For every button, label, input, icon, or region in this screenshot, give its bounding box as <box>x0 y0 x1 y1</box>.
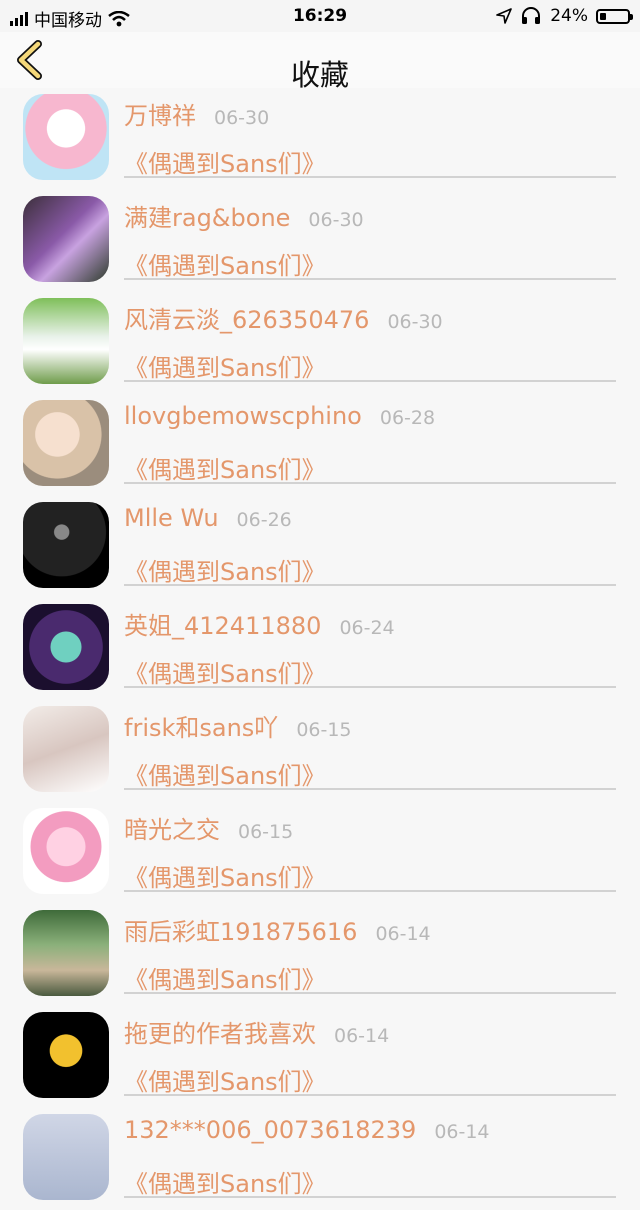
work-title[interactable]: 《偶遇到Sans们》 <box>124 144 326 179</box>
divider <box>124 176 616 178</box>
list-item[interactable]: 拖更的作者我喜欢 06-14 《偶遇到Sans们》 <box>0 1006 640 1108</box>
avatar[interactable] <box>23 1114 109 1200</box>
divider <box>124 1196 616 1198</box>
divider <box>124 1094 616 1096</box>
divider <box>124 482 616 484</box>
name-line: 暗光之交 06-15 <box>124 810 293 845</box>
name-line: 万博祥 06-30 <box>124 96 269 131</box>
status-bar: 中国移动 16:29 24% <box>0 0 640 32</box>
date-label: 06-24 <box>339 617 395 639</box>
list-item[interactable]: 满建rag&bone 06-30 《偶遇到Sans们》 <box>0 190 640 292</box>
list-item[interactable]: 暗光之交 06-15 《偶遇到Sans们》 <box>0 802 640 904</box>
list-item[interactable]: 万博祥 06-30 《偶遇到Sans们》 <box>0 88 640 190</box>
avatar[interactable] <box>23 604 109 690</box>
list-item[interactable]: 雨后彩虹191875616 06-14 《偶遇到Sans们》 <box>0 904 640 1006</box>
name-line: 拖更的作者我喜欢 06-14 <box>124 1014 389 1049</box>
work-title[interactable]: 《偶遇到Sans们》 <box>124 246 326 281</box>
divider <box>124 584 616 586</box>
battery-percent: 24% <box>550 6 588 26</box>
date-label: 06-15 <box>296 719 352 741</box>
user-name[interactable]: 132***006_0073618239 <box>124 1116 416 1144</box>
battery-fill <box>600 12 606 20</box>
user-name[interactable]: 拖更的作者我喜欢 <box>124 1020 316 1048</box>
divider <box>124 992 616 994</box>
divider <box>124 686 616 688</box>
avatar[interactable] <box>23 502 109 588</box>
name-line: 英姐_412411880 06-24 <box>124 606 395 641</box>
work-title[interactable]: 《偶遇到Sans们》 <box>124 450 326 485</box>
name-line: 满建rag&bone 06-30 <box>124 198 364 233</box>
work-title[interactable]: 《偶遇到Sans们》 <box>124 552 326 587</box>
name-line: llovgbemowscphino 06-28 <box>124 402 435 430</box>
work-title[interactable]: 《偶遇到Sans们》 <box>124 960 326 995</box>
work-title[interactable]: 《偶遇到Sans们》 <box>124 756 326 791</box>
user-name[interactable]: 暗光之交 <box>124 816 220 844</box>
list-item[interactable]: Mlle Wu 06-26 《偶遇到Sans们》 <box>0 496 640 598</box>
nav-bar: 收藏 <box>0 32 640 92</box>
user-name[interactable]: Mlle Wu <box>124 504 219 532</box>
date-label: 06-26 <box>236 509 292 531</box>
user-name[interactable]: 英姐_412411880 <box>124 612 321 640</box>
status-right: 24% <box>496 6 633 26</box>
avatar[interactable] <box>23 808 109 894</box>
divider <box>124 890 616 892</box>
avatar[interactable] <box>23 196 109 282</box>
battery-icon <box>596 8 633 24</box>
list-item[interactable]: 英姐_412411880 06-24 《偶遇到Sans们》 <box>0 598 640 700</box>
user-name[interactable]: 雨后彩虹191875616 <box>124 918 357 946</box>
avatar[interactable] <box>23 298 109 384</box>
headphones-icon <box>522 7 541 24</box>
work-title[interactable]: 《偶遇到Sans们》 <box>124 858 326 893</box>
user-name[interactable]: 满建rag&bone <box>124 204 290 232</box>
name-line: 132***006_0073618239 06-14 <box>124 1116 490 1144</box>
list-item[interactable]: 132***006_0073618239 06-14 《偶遇到Sans们》 <box>0 1108 640 1210</box>
name-line: frisk和sans吖 06-15 <box>124 708 352 743</box>
work-title[interactable]: 《偶遇到Sans们》 <box>124 1062 326 1097</box>
divider <box>124 278 616 280</box>
location-arrow-icon <box>496 8 513 24</box>
user-name[interactable]: 风清云淡_626350476 <box>124 306 369 334</box>
work-title[interactable]: 《偶遇到Sans们》 <box>124 654 326 689</box>
work-title[interactable]: 《偶遇到Sans们》 <box>124 348 326 383</box>
date-label: 06-15 <box>238 821 294 843</box>
divider <box>124 380 616 382</box>
favorites-list: 万博祥 06-30 《偶遇到Sans们》 满建rag&bone 06-30 《偶遇到San… <box>0 88 640 1210</box>
avatar[interactable] <box>23 400 109 486</box>
date-label: 06-30 <box>308 209 364 231</box>
list-item[interactable]: llovgbemowscphino 06-28 《偶遇到Sans们》 <box>0 394 640 496</box>
divider <box>124 788 616 790</box>
work-title[interactable]: 《偶遇到Sans们》 <box>124 1164 326 1199</box>
date-label: 06-30 <box>214 107 270 129</box>
user-name[interactable]: frisk和sans吖 <box>124 714 278 742</box>
avatar[interactable] <box>23 1012 109 1098</box>
date-label: 06-14 <box>334 1025 390 1047</box>
date-label: 06-14 <box>375 923 431 945</box>
user-name[interactable]: 万博祥 <box>124 102 196 130</box>
date-label: 06-30 <box>387 311 443 333</box>
avatar[interactable] <box>23 94 109 180</box>
user-name[interactable]: llovgbemowscphino <box>124 402 362 430</box>
list-item[interactable]: 风清云淡_626350476 06-30 《偶遇到Sans们》 <box>0 292 640 394</box>
name-line: 雨后彩虹191875616 06-14 <box>124 912 431 947</box>
date-label: 06-14 <box>434 1121 490 1143</box>
list-item[interactable]: frisk和sans吖 06-15 《偶遇到Sans们》 <box>0 700 640 802</box>
date-label: 06-28 <box>379 407 436 429</box>
name-line: Mlle Wu 06-26 <box>124 504 292 532</box>
name-line: 风清云淡_626350476 06-30 <box>124 300 443 335</box>
avatar[interactable] <box>23 910 109 996</box>
avatar[interactable] <box>23 706 109 792</box>
